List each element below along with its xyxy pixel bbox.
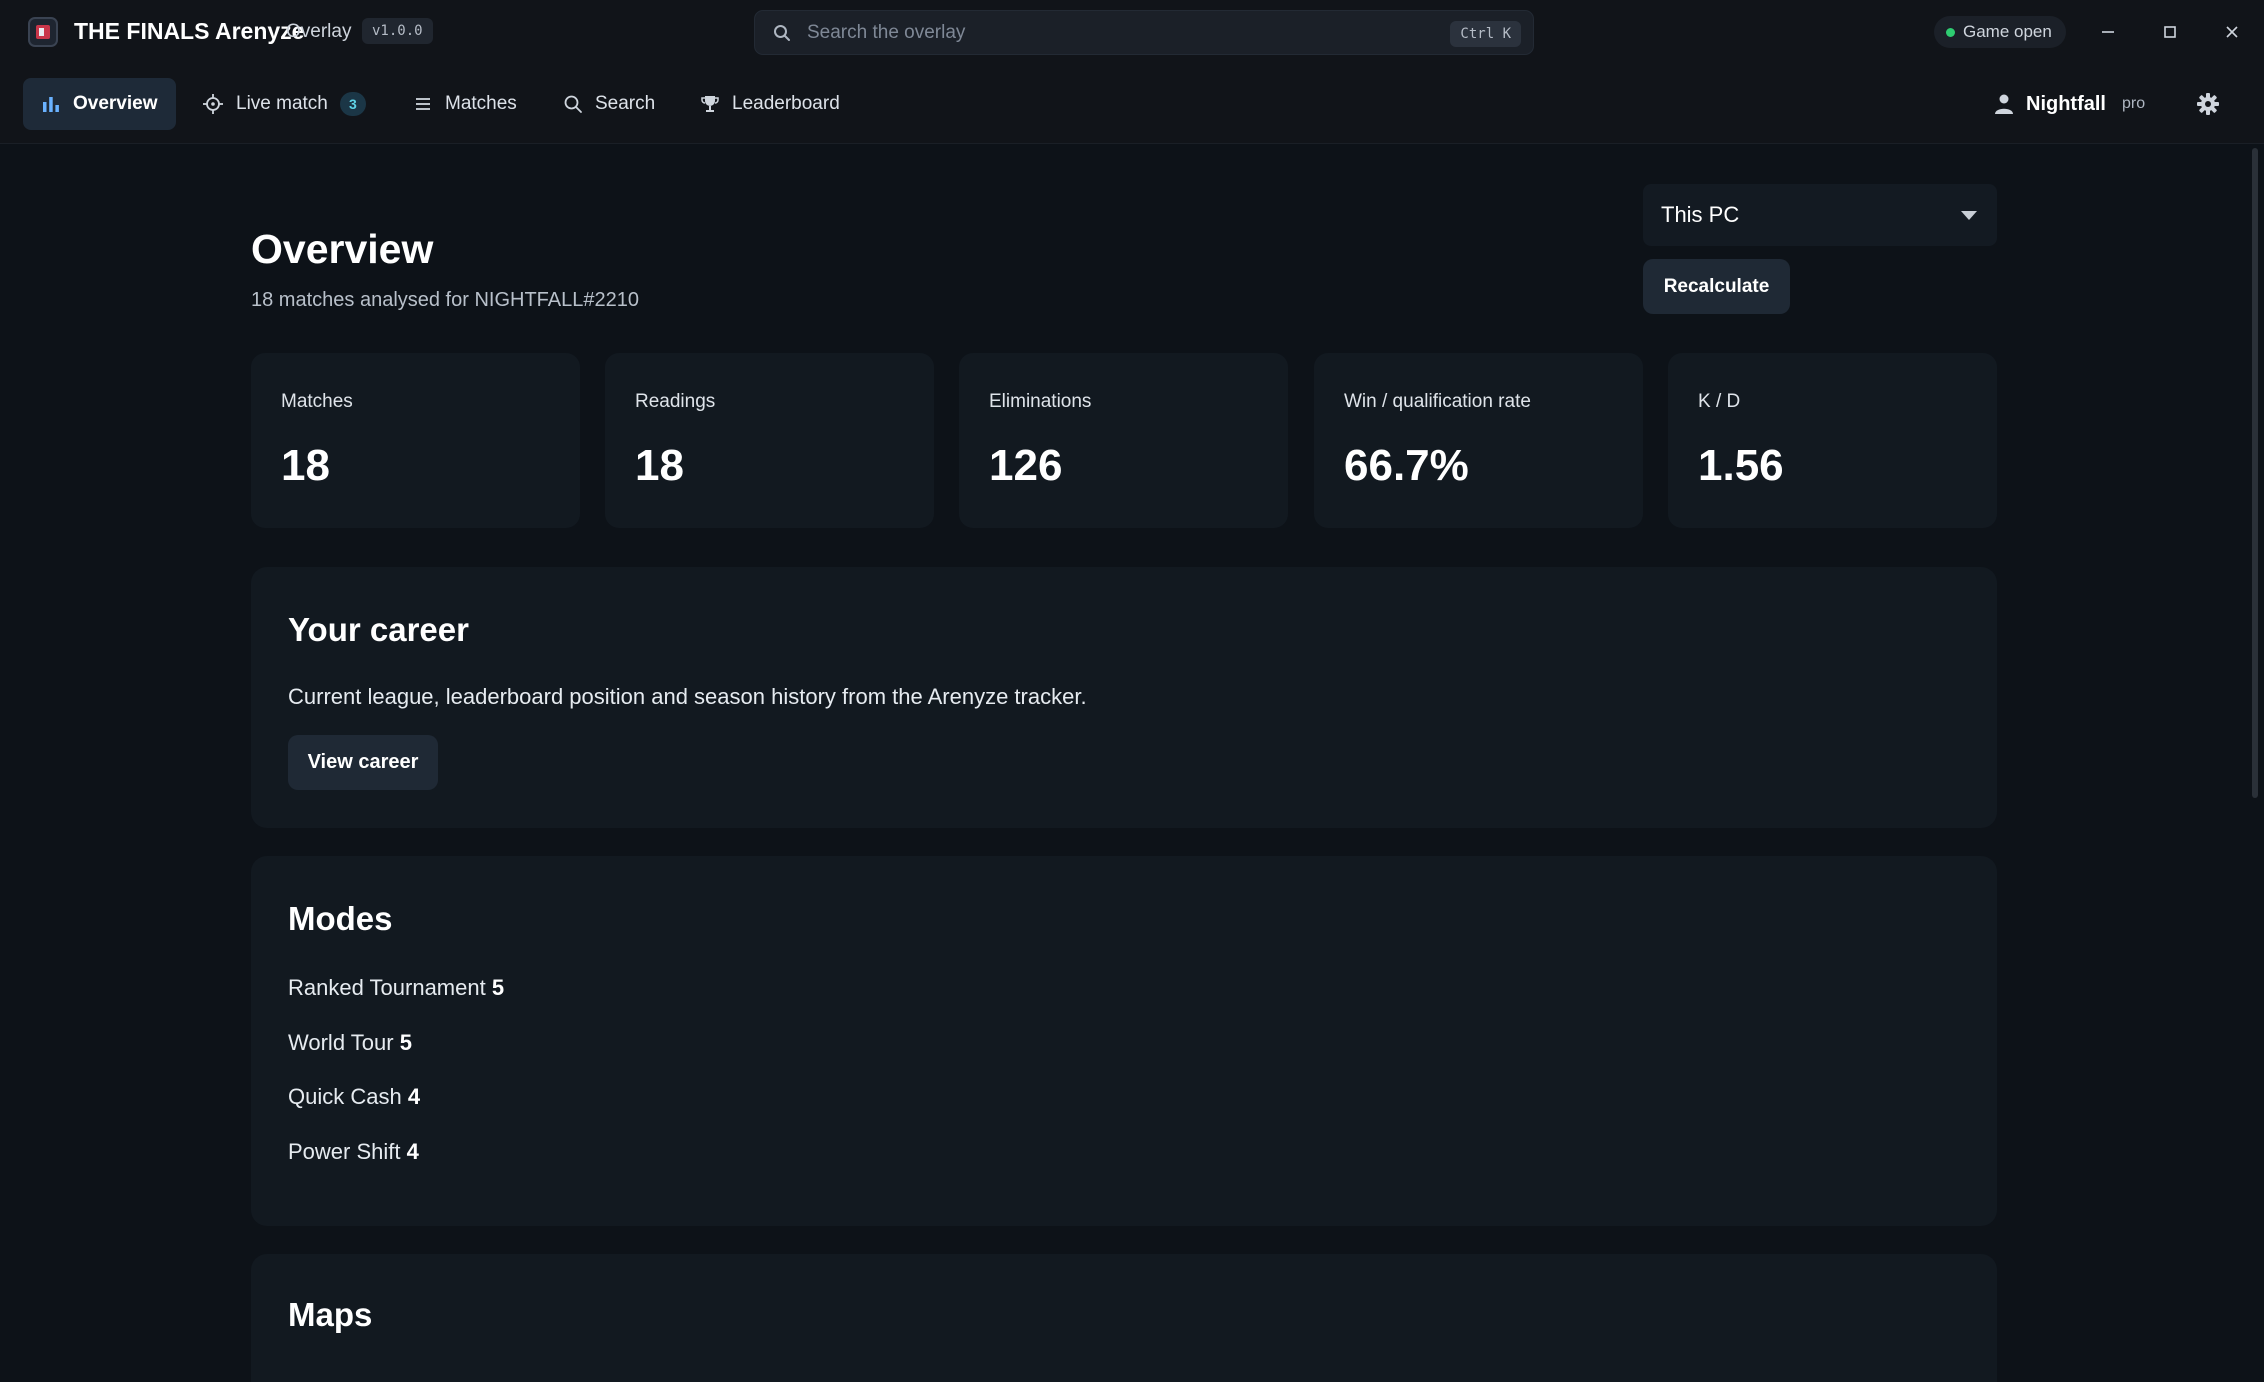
career-description: Current league, leaderboard position and… <box>288 684 1087 709</box>
mode-name: Quick Cash <box>288 1084 402 1109</box>
content-scrollbar[interactable] <box>2252 144 2258 1382</box>
mode-count: 5 <box>399 1030 412 1055</box>
game-status-label: Game open <box>1963 22 2052 41</box>
user-name: Nightfall <box>2026 92 2106 115</box>
modes-panel: Modes Ranked Tournament 5 World Tour 5 Q… <box>251 856 1997 1226</box>
crosshair-icon <box>203 94 223 114</box>
app-subtitle: Overlay <box>286 21 352 42</box>
mode-name: Power Shift <box>288 1139 401 1164</box>
user-profile[interactable]: Nightfall pro <box>1994 78 2145 130</box>
page-subtitle: 18 matches analysed for NIGHTFALL#2210 <box>251 289 639 311</box>
mode-count: 4 <box>407 1084 421 1109</box>
list-item: Ranked Tournament 5 <box>288 975 504 1001</box>
settings-button[interactable] <box>2192 88 2224 120</box>
stat-card-win-rate: Win / qualification rate 66.7% <box>1314 353 1643 528</box>
career-title: Your career <box>288 611 469 648</box>
stat-card-kd: K / D 1.56 <box>1668 353 1997 528</box>
live-match-count-badge: 3 <box>339 92 366 116</box>
maximize-button[interactable] <box>2154 16 2186 48</box>
search-box[interactable]: Ctrl K <box>754 10 1534 55</box>
maps-panel: Maps <box>251 1254 1997 1382</box>
stat-value: 18 <box>281 441 330 490</box>
mode-name: World Tour <box>288 1030 394 1055</box>
stat-value: 66.7% <box>1344 441 1469 490</box>
stat-value: 1.56 <box>1698 441 1784 490</box>
stat-value: 18 <box>635 441 684 490</box>
version-badge: v1.0.0 <box>362 18 433 44</box>
tab-live-match-label: Live match <box>236 93 328 114</box>
maximize-icon <box>2164 26 2176 38</box>
close-icon <box>2226 26 2238 38</box>
search-shortcut: Ctrl K <box>1450 21 1521 47</box>
stat-label: Win / qualification rate <box>1344 391 1531 412</box>
recalculate-button[interactable]: Recalculate <box>1643 259 1790 314</box>
search-icon <box>774 25 790 41</box>
app-title: THE FINALS Arenyze <box>74 18 305 44</box>
tab-search-label: Search <box>595 93 656 114</box>
view-career-button[interactable]: View career <box>288 735 438 790</box>
modes-title: Modes <box>288 900 393 937</box>
app-logo-icon <box>28 17 58 47</box>
stat-card-eliminations: Eliminations 126 <box>959 353 1288 528</box>
user-icon <box>1995 94 2013 114</box>
tab-matches-label: Matches <box>445 93 517 114</box>
mode-name: Ranked Tournament <box>288 975 486 1000</box>
tab-leaderboard-label: Leaderboard <box>732 93 840 114</box>
list-item: Quick Cash 4 <box>288 1084 420 1110</box>
stat-label: Eliminations <box>989 391 1092 412</box>
user-tier-badge: pro <box>2122 95 2146 112</box>
chevron-down-icon <box>1961 211 1977 220</box>
stat-label: Readings <box>635 391 716 412</box>
tab-search[interactable]: Search <box>545 78 673 130</box>
main-nav: Overview Live match 3 Matches Search Lea… <box>0 64 2264 144</box>
gear-icon <box>2197 93 2219 115</box>
tab-overview[interactable]: Overview <box>23 78 176 130</box>
list-item: World Tour 5 <box>288 1030 412 1056</box>
tab-matches[interactable]: Matches <box>395 78 535 130</box>
minimize-icon <box>2102 31 2114 33</box>
source-select[interactable]: This PC <box>1643 184 1997 246</box>
source-select-value: This PC <box>1661 202 1740 227</box>
status-dot-icon <box>1946 27 1955 37</box>
close-button[interactable] <box>2216 16 2248 48</box>
tab-leaderboard[interactable]: Leaderboard <box>682 78 858 130</box>
scrollbar-thumb[interactable] <box>2252 148 2258 798</box>
mode-count: 5 <box>491 975 505 1000</box>
mode-count: 4 <box>406 1139 419 1164</box>
stat-card-readings: Readings 18 <box>605 353 934 528</box>
bar-chart-icon <box>43 97 59 112</box>
stat-label: Matches <box>281 391 353 412</box>
maps-title: Maps <box>288 1296 373 1333</box>
stat-label: K / D <box>1698 391 1741 412</box>
search-icon <box>564 95 582 113</box>
stat-value: 126 <box>989 441 1063 490</box>
career-panel: Your career Current league, leaderboard … <box>251 567 1997 828</box>
tab-live-match[interactable]: Live match 3 <box>184 78 384 130</box>
minimize-button[interactable] <box>2092 16 2124 48</box>
tab-overview-label: Overview <box>73 93 158 114</box>
search-input[interactable] <box>807 19 1367 47</box>
trophy-icon <box>701 96 719 112</box>
game-status-badge: Game open <box>1934 16 2066 48</box>
list-item: Power Shift 4 <box>288 1139 419 1165</box>
page-title: Overview <box>251 226 434 272</box>
list-icon <box>416 98 430 110</box>
title-bar: THE FINALS Arenyze Overlay v1.0.0 Ctrl K… <box>0 0 2264 64</box>
stat-card-matches: Matches 18 <box>251 353 580 528</box>
